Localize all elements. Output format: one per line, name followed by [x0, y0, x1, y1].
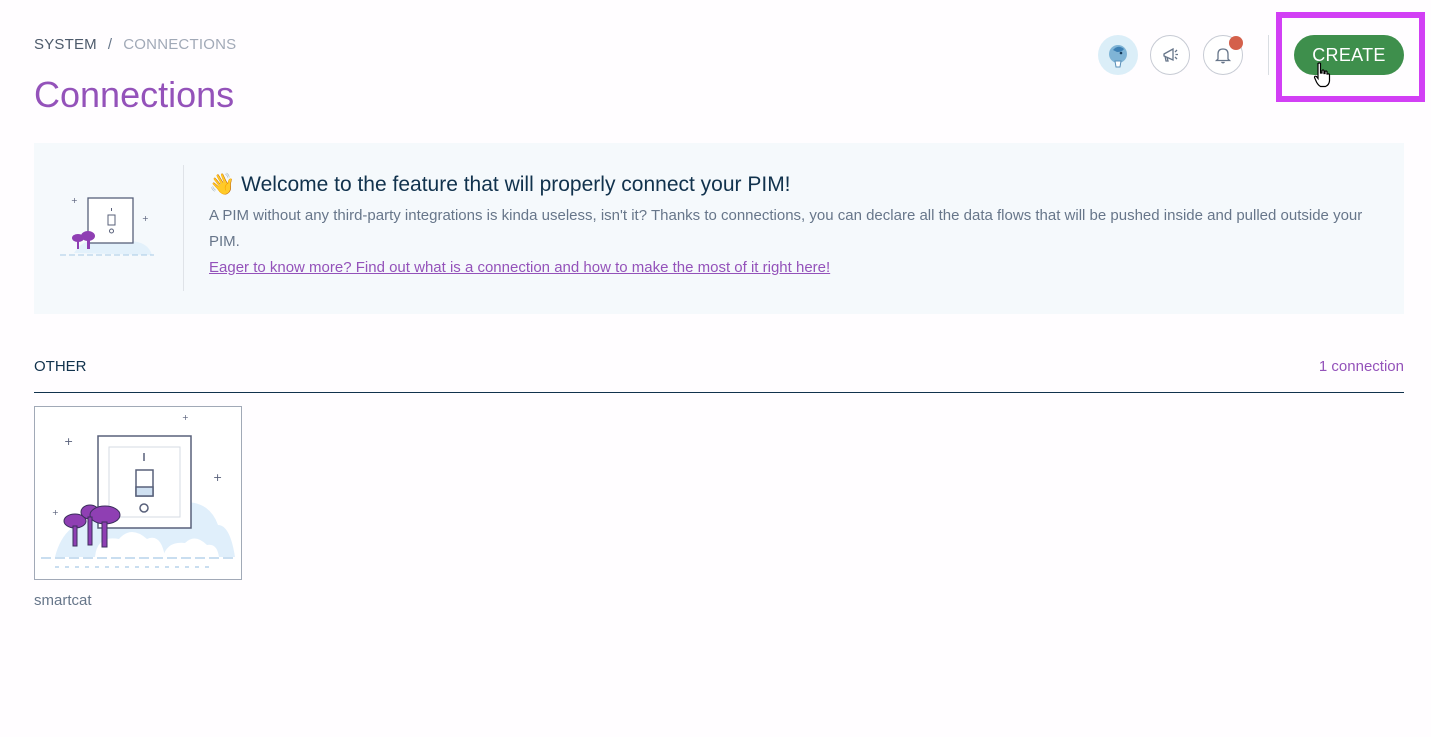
- header-divider: [1268, 35, 1269, 75]
- light-switch-illustration-icon: + +: [60, 196, 154, 256]
- helper-link[interactable]: Eager to know more? Find out what is a c…: [209, 255, 830, 281]
- notification-badge: [1229, 36, 1243, 50]
- svg-text:+: +: [71, 196, 78, 205]
- light-switch-illustration-icon: + + + +: [41, 413, 237, 568]
- helper-divider: [183, 165, 184, 291]
- connection-count: 1 connection: [1318, 358, 1404, 375]
- svg-text:+: +: [142, 214, 149, 223]
- breadcrumb: SYSTEM / CONNECTIONS: [34, 36, 236, 53]
- svg-text:+: +: [182, 413, 189, 422]
- announcement-icon[interactable]: [1150, 35, 1190, 75]
- helper-content: 👋 Welcome to the feature that will proper…: [209, 173, 1374, 281]
- svg-text:+: +: [213, 471, 222, 484]
- svg-text:+: +: [52, 508, 59, 517]
- breadcrumb-item-system[interactable]: SYSTEM: [34, 36, 97, 53]
- helper-title-text: Welcome to the feature that will properl…: [241, 173, 791, 196]
- section-title: OTHER: [34, 358, 87, 375]
- breadcrumb-separator: /: [107, 36, 113, 53]
- helper-title: 👋 Welcome to the feature that will proper…: [209, 173, 1374, 197]
- helper-banner: + + 👋 Welcome to the feature that will pr…: [34, 143, 1404, 314]
- highlight-annotation: [1276, 12, 1425, 102]
- connection-card-smartcat[interactable]: + + + +: [34, 406, 242, 580]
- waving-hand-icon: 👋: [209, 173, 236, 196]
- breadcrumb-item-connections: CONNECTIONS: [123, 36, 237, 53]
- page-title: Connections: [34, 74, 235, 115]
- connection-label[interactable]: smartcat: [34, 592, 92, 609]
- hand-cursor-icon: [1313, 62, 1331, 88]
- section-header-other: OTHER 1 connection: [34, 358, 1404, 393]
- avatar-icon[interactable]: [1098, 35, 1138, 75]
- helper-description: A PIM without any third-party integratio…: [209, 207, 1363, 250]
- svg-text:+: +: [64, 435, 73, 448]
